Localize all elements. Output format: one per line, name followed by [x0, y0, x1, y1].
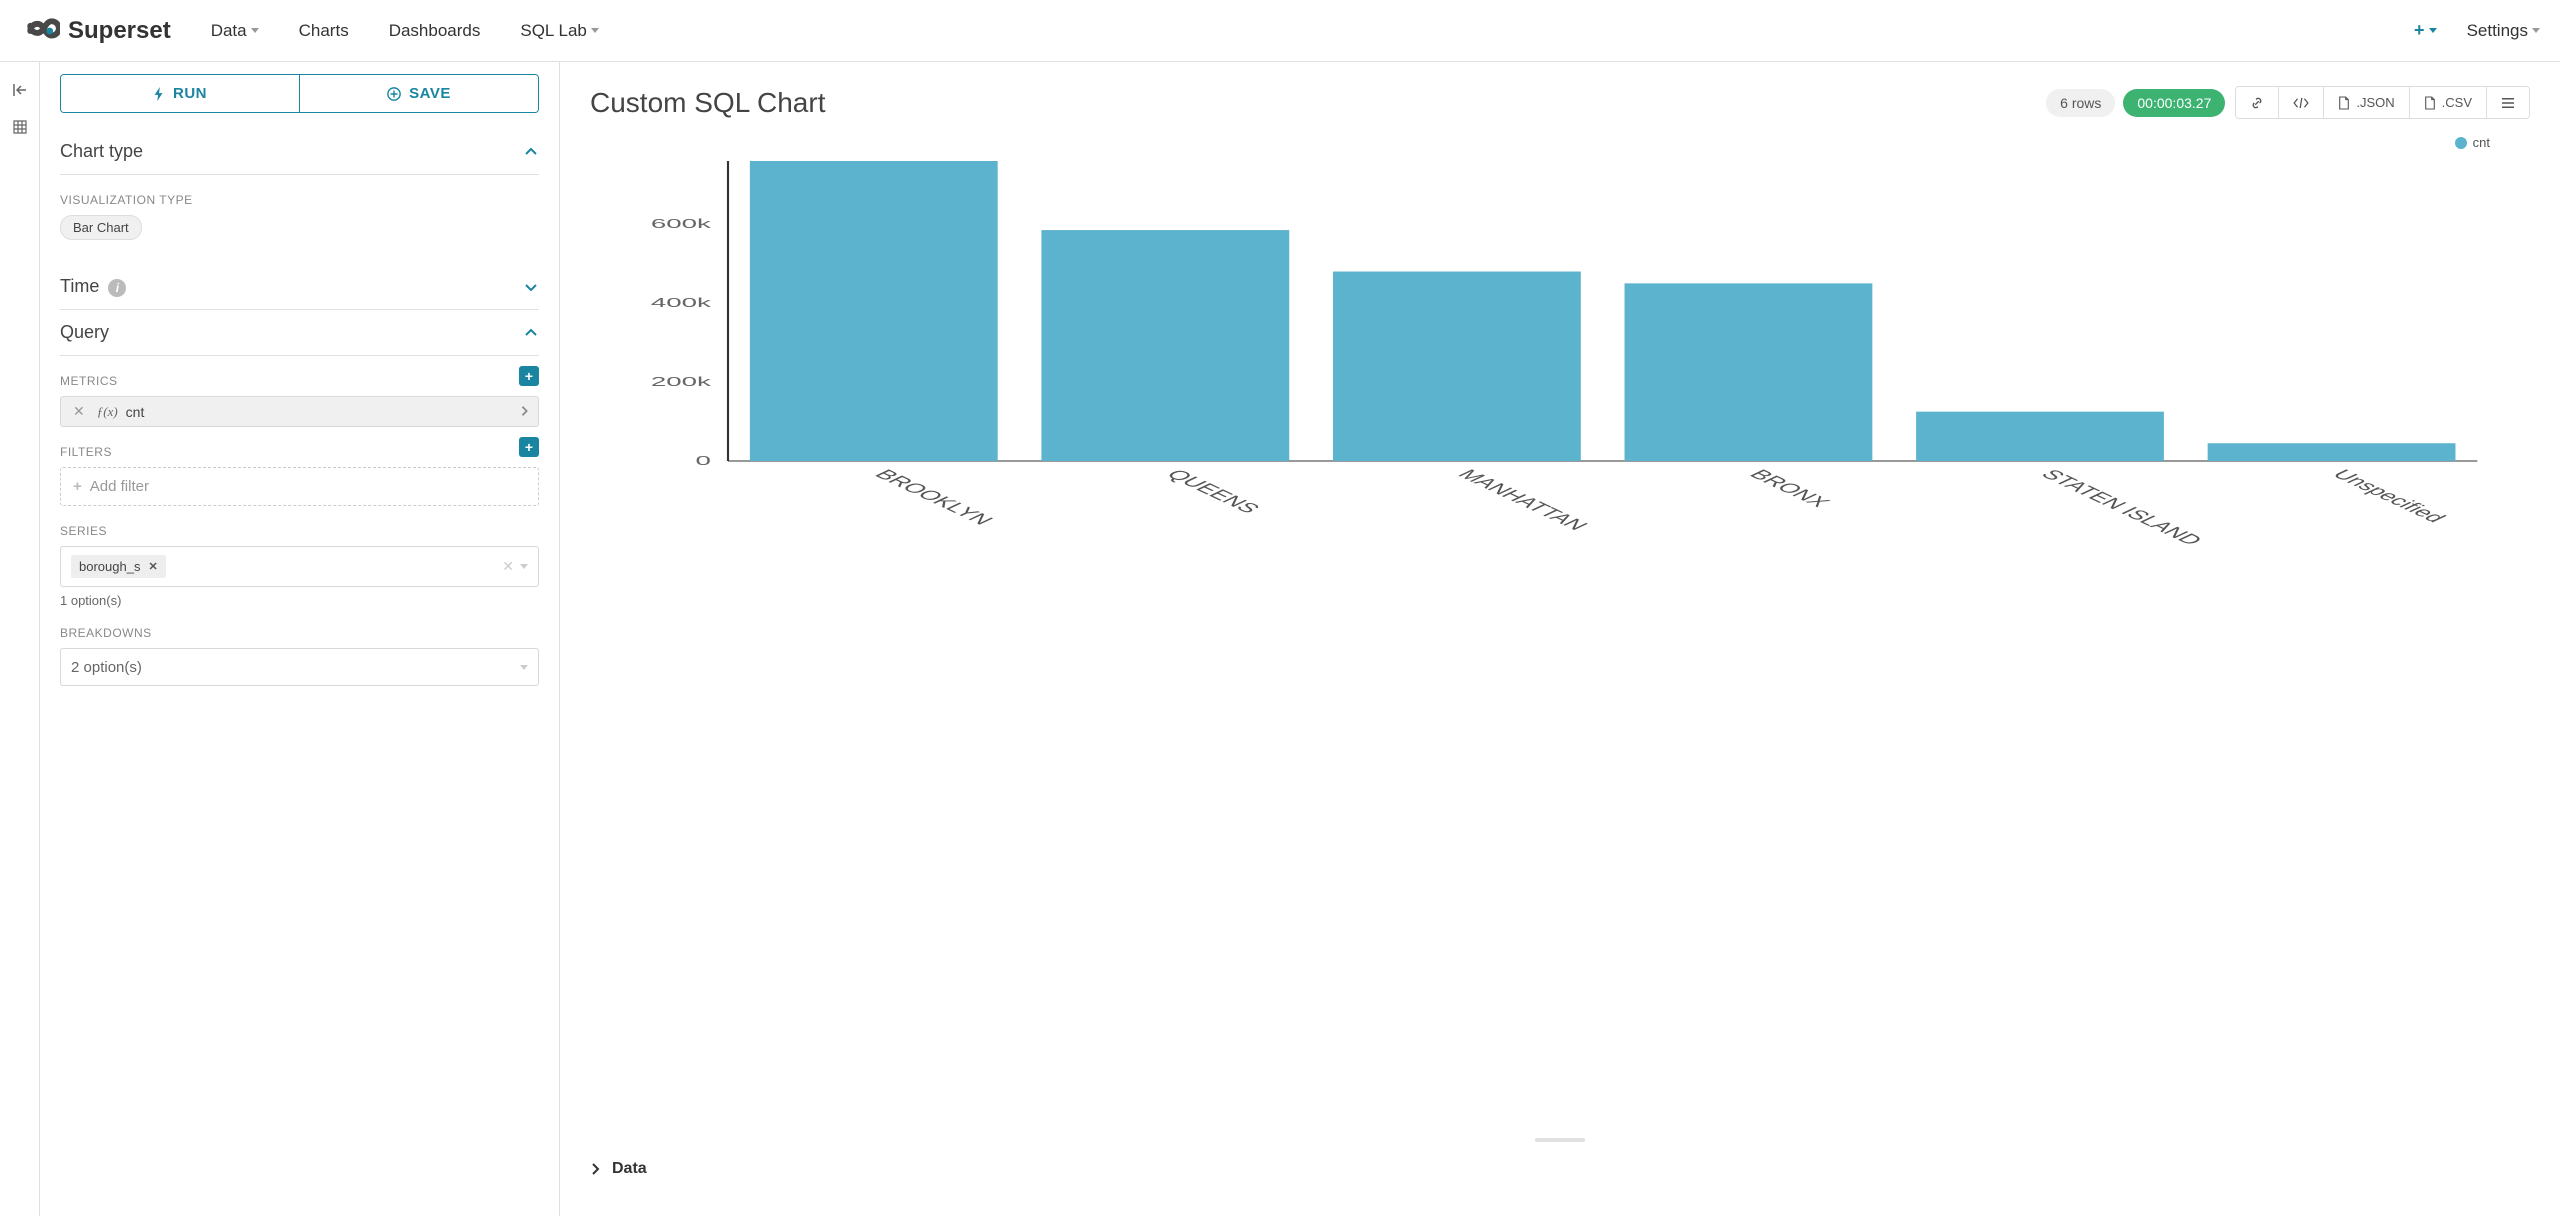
viz-type-label: VISUALIZATION TYPE — [60, 193, 539, 207]
bar-QUEENS[interactable] — [1041, 230, 1289, 461]
row-count-badge: 6 rows — [2046, 89, 2115, 117]
legend-swatch — [2455, 137, 2467, 149]
info-icon: i — [108, 279, 126, 297]
data-panel-toggle[interactable]: Data — [590, 1146, 2530, 1192]
svg-text:600k: 600k — [651, 216, 711, 231]
nav-data[interactable]: Data — [211, 21, 259, 41]
bar-STATEN ISLAND[interactable] — [1916, 412, 2164, 461]
save-button[interactable]: SAVE — [300, 75, 538, 112]
chevron-down-icon — [520, 665, 528, 670]
svg-text:Unspecified: Unspecified — [2327, 467, 2452, 526]
settings-menu[interactable]: Settings — [2467, 21, 2540, 41]
chevron-down-icon — [251, 28, 259, 33]
nav-sqllab[interactable]: SQL Lab — [520, 21, 598, 41]
nav-charts[interactable]: Charts — [299, 21, 349, 41]
breakdowns-label: BREAKDOWNS — [60, 626, 539, 640]
bolt-icon — [153, 87, 165, 101]
file-icon — [2424, 96, 2436, 110]
query-timer-badge: 00:00:03.27 — [2123, 89, 2225, 117]
control-panel: RUN SAVE Chart type VISUALIZATION TYPE B… — [40, 62, 560, 1216]
grid-icon[interactable] — [12, 119, 28, 138]
plus-icon: + — [2414, 20, 2425, 41]
add-metric-button[interactable]: + — [519, 366, 539, 386]
bar-BRONX[interactable] — [1625, 283, 1873, 461]
link-button[interactable] — [2236, 87, 2279, 118]
csv-button[interactable]: .CSV — [2410, 87, 2487, 118]
svg-text:STATEN ISLAND: STATEN ISLAND — [2035, 467, 2208, 548]
link-icon — [2250, 96, 2264, 110]
embed-button[interactable] — [2279, 87, 2324, 118]
resize-handle[interactable] — [1535, 1138, 1585, 1142]
nav-links: Data Charts Dashboards SQL Lab — [211, 21, 2414, 41]
chevron-up-icon — [523, 325, 539, 341]
chart-title[interactable]: Custom SQL Chart — [590, 87, 2046, 119]
svg-text:200k: 200k — [651, 374, 711, 389]
filters-label: FILTERS — [60, 445, 112, 459]
metrics-label: METRICS — [60, 374, 118, 388]
legend-label: cnt — [2473, 135, 2490, 150]
series-label: SERIES — [60, 524, 539, 538]
add-menu-button[interactable]: + — [2414, 20, 2437, 41]
bar-chart: 0 200k 400k 600k BROOKLYN QUEENS MANHATTAN BRON… — [600, 151, 2520, 571]
run-save-group: RUN SAVE — [60, 74, 539, 113]
json-button[interactable]: .JSON — [2324, 87, 2409, 118]
time-section-header[interactable]: Time i — [60, 264, 539, 310]
chevron-right-icon[interactable] — [520, 404, 530, 420]
clear-select-icon[interactable]: ✕ — [502, 558, 514, 575]
chevron-down-icon — [2532, 28, 2540, 33]
hamburger-icon — [2501, 97, 2515, 109]
chevron-down-icon — [520, 564, 528, 569]
brand-logo[interactable]: Superset — [20, 17, 171, 45]
nav-dashboards[interactable]: Dashboards — [389, 21, 481, 41]
bar-MANHATTAN[interactable] — [1333, 272, 1581, 461]
fx-icon: ƒ(x) — [97, 404, 118, 420]
chart-type-section-header[interactable]: Chart type — [60, 129, 539, 175]
add-filter-button[interactable]: + — [519, 437, 539, 457]
metric-item[interactable]: ✕ ƒ(x) cnt — [60, 396, 539, 427]
svg-text:BRONX: BRONX — [1744, 467, 1836, 510]
chart-toolbar: .JSON .CSV — [2235, 86, 2530, 119]
breakdowns-placeholder: 2 option(s) — [71, 659, 142, 676]
chart-type-title: Chart type — [60, 141, 143, 162]
bar-BROOKLYN[interactable] — [750, 161, 998, 461]
series-tag: borough_s ✕ — [71, 555, 166, 578]
svg-text:QUEENS: QUEENS — [1161, 467, 1266, 516]
metric-name: cnt — [126, 404, 512, 420]
time-title: Time i — [60, 276, 126, 297]
breakdowns-select[interactable]: 2 option(s) — [60, 648, 539, 686]
series-option-count: 1 option(s) — [60, 593, 539, 608]
code-icon — [2293, 97, 2309, 109]
chevron-up-icon — [523, 144, 539, 160]
menu-button[interactable] — [2487, 87, 2529, 118]
add-filter-placeholder[interactable]: + Add filter — [60, 467, 539, 506]
collapse-icon[interactable] — [12, 82, 28, 101]
remove-metric-icon[interactable]: ✕ — [69, 403, 89, 420]
left-rail — [0, 62, 40, 1216]
top-nav: Superset Data Charts Dashboards SQL Lab … — [0, 0, 2560, 62]
svg-text:BROOKLYN: BROOKLYN — [869, 467, 999, 528]
chevron-down-icon — [2429, 28, 2437, 33]
viz-type-pill[interactable]: Bar Chart — [60, 215, 142, 240]
svg-text:MANHATTAN: MANHATTAN — [1452, 467, 1594, 533]
chevron-right-icon — [590, 1163, 602, 1175]
chevron-down-icon — [591, 28, 599, 33]
remove-tag-icon[interactable]: ✕ — [148, 560, 157, 573]
bar-Unspecified[interactable] — [2208, 443, 2456, 461]
query-section-header[interactable]: Query — [60, 310, 539, 356]
svg-text:0: 0 — [696, 453, 711, 468]
plus-circle-icon — [387, 87, 401, 101]
svg-text:400k: 400k — [651, 295, 711, 310]
plus-icon: + — [73, 478, 82, 495]
infinity-icon — [20, 18, 60, 44]
run-button[interactable]: RUN — [61, 75, 300, 112]
chevron-down-icon — [523, 279, 539, 295]
chart-area: Custom SQL Chart 6 rows 00:00:03.27 .JSO… — [560, 62, 2560, 1216]
query-title: Query — [60, 322, 109, 343]
chart-legend[interactable]: cnt — [2455, 135, 2490, 150]
brand-text: Superset — [68, 17, 171, 45]
series-select[interactable]: borough_s ✕ ✕ — [60, 546, 539, 587]
file-icon — [2338, 96, 2350, 110]
